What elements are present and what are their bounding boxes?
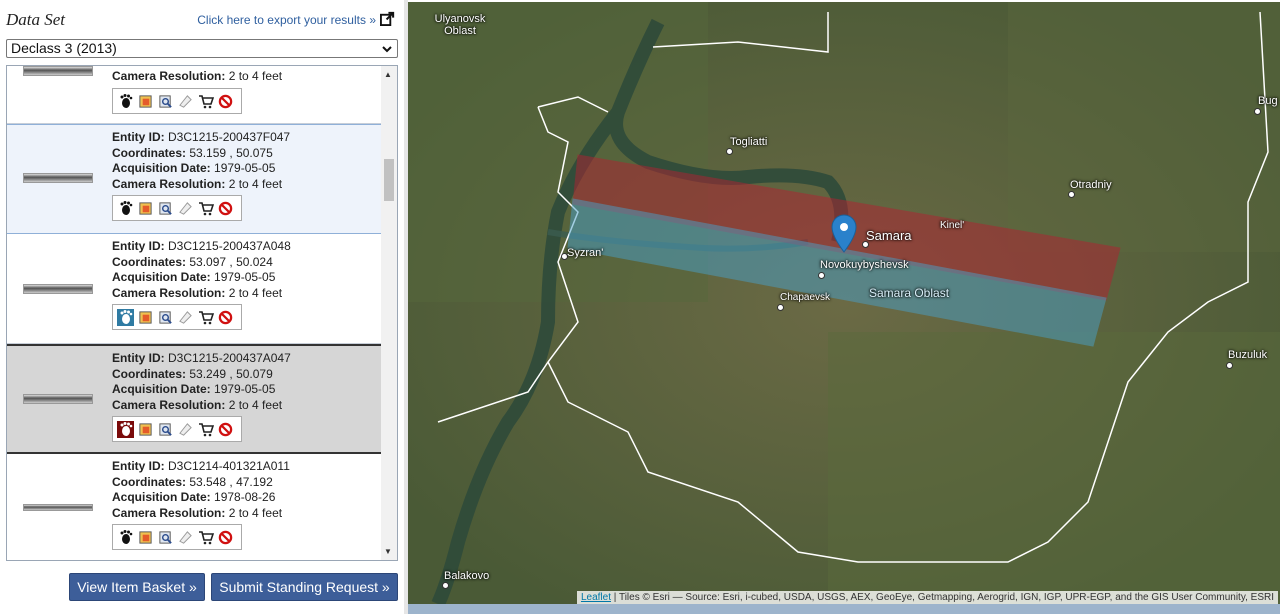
data-set-title: Data Set (6, 10, 66, 29)
entity-id: D3C1214-401321A011 (168, 459, 290, 473)
coordinates: 53.097 , 50.024 (189, 254, 273, 269)
overlay-icon[interactable] (137, 529, 154, 546)
entity-id: D3C1215-200437A048 (168, 239, 291, 253)
map-label: Kinel' (940, 220, 965, 231)
result-toolbar (112, 195, 242, 221)
exclude-icon[interactable] (177, 421, 194, 438)
metadata-icon[interactable] (157, 93, 174, 110)
remove-icon[interactable] (217, 309, 234, 326)
footprint-icon[interactable] (117, 529, 134, 546)
scroll-up-icon[interactable]: ▲ (384, 70, 392, 79)
cart-icon[interactable] (197, 93, 214, 110)
result-row[interactable]: Entity ID: D3C1215-200437A048 Coordinate… (7, 234, 381, 344)
map-label: Bug (1258, 95, 1278, 107)
dataset-select[interactable]: Declass 3 (2013) (6, 39, 398, 58)
entity-id: D3C1215-200437A047 (168, 351, 291, 365)
scrollbar-thumb[interactable] (384, 159, 394, 201)
result-thumbnail[interactable] (23, 284, 93, 294)
overlay-icon[interactable] (137, 309, 154, 326)
cart-icon[interactable] (197, 200, 214, 217)
camera-resolution: 2 to 4 feet (228, 285, 283, 300)
coordinates: 53.249 , 50.079 (189, 366, 273, 381)
overlay-icon[interactable] (137, 200, 154, 217)
exclude-icon[interactable] (177, 93, 194, 110)
remove-icon[interactable] (217, 93, 234, 110)
coordinates: 53.548 , 47.192 (189, 474, 273, 489)
exclude-icon[interactable] (177, 200, 194, 217)
chevron-down-icon (382, 46, 392, 53)
map-label: Buzuluk (1228, 349, 1268, 361)
dataset-select-value: Declass 3 (2013) (11, 40, 117, 56)
cart-icon[interactable] (197, 309, 214, 326)
footprint-icon[interactable] (117, 93, 134, 110)
cart-icon[interactable] (197, 421, 214, 438)
result-thumbnail[interactable] (23, 66, 93, 76)
map-attribution: Leaflet | Tiles © Esri — Source: Esri, i… (576, 591, 1278, 604)
map-label: Samara (866, 228, 912, 243)
attribution-text: | Tiles © Esri — Source: Esri, i-cubed, … (613, 592, 1274, 603)
map-label: Otradniy (1070, 179, 1112, 191)
remove-icon[interactable] (217, 200, 234, 217)
result-thumbnail[interactable] (23, 504, 93, 511)
map-label: Ulyanovsk Oblast (434, 13, 486, 37)
overlay-icon[interactable] (137, 93, 154, 110)
results-list[interactable]: Camera Resolution: 2 to 4 feet Entity ID… (6, 65, 398, 561)
footprint-icon[interactable] (117, 200, 134, 217)
external-link-icon[interactable] (380, 11, 395, 26)
map-label: Balakovo (444, 570, 490, 582)
remove-icon[interactable] (217, 421, 234, 438)
submit-standing-request-button[interactable]: Submit Standing Request » (211, 573, 398, 601)
acquisition-date: 1978-08-26 (214, 490, 276, 504)
map-label: Novokuybyshevsk (820, 259, 909, 271)
view-item-basket-button[interactable]: View Item Basket » (69, 573, 205, 601)
result-thumbnail[interactable] (23, 394, 93, 404)
export-results-link[interactable]: Click here to export your results » (197, 13, 376, 27)
map-label: Chapaevsk (780, 292, 831, 303)
camera-resolution: 2 to 4 feet (228, 505, 283, 520)
footprint-icon[interactable] (117, 308, 134, 326)
camera-resolution: 2 to 4 feet (228, 69, 283, 83)
result-row[interactable]: Entity ID: D3C1215-200437F047 Coordinate… (7, 124, 381, 234)
remove-icon[interactable] (217, 529, 234, 546)
camera-resolution: 2 to 4 feet (228, 397, 283, 412)
result-row[interactable]: Entity ID: D3C1215-200437A047 Coordinate… (7, 344, 381, 454)
map-label: Togliatti (730, 136, 768, 148)
exclude-icon[interactable] (177, 529, 194, 546)
footprint-icon[interactable] (117, 420, 134, 438)
scroll-down-icon[interactable]: ▼ (384, 547, 392, 556)
result-toolbar (112, 416, 242, 442)
result-row[interactable]: Camera Resolution: 2 to 4 feet (7, 66, 381, 124)
result-row[interactable]: Entity ID: D3C1214-401321A011 Coordinate… (7, 454, 381, 560)
coordinates: 53.159 , 50.075 (189, 145, 273, 160)
results-scrollbar[interactable]: ▲ ▼ (381, 66, 397, 560)
map-view[interactable]: Ulyanovsk Oblast Togliatti Otradniy Sama… (408, 2, 1280, 604)
result-toolbar (112, 304, 242, 330)
metadata-icon[interactable] (157, 200, 174, 217)
left-panel: Data Set Click here to export your resul… (0, 0, 404, 614)
metadata-icon[interactable] (157, 309, 174, 326)
cart-icon[interactable] (197, 529, 214, 546)
acquisition-date: 1979-05-05 (214, 161, 276, 175)
overlay-icon[interactable] (137, 421, 154, 438)
leaflet-link[interactable]: Leaflet (581, 592, 611, 603)
camera-resolution: 2 to 4 feet (228, 176, 283, 191)
map-label: Syzran' (567, 247, 604, 259)
map-label: Samara Oblast (869, 286, 950, 300)
entity-id: D3C1215-200437F047 (168, 130, 291, 144)
map-terrain (408, 2, 1280, 604)
result-toolbar (112, 88, 242, 114)
metadata-icon[interactable] (157, 421, 174, 438)
acquisition-date: 1979-05-05 (214, 382, 276, 396)
exclude-icon[interactable] (177, 309, 194, 326)
acquisition-date: 1979-05-05 (214, 270, 276, 284)
result-thumbnail[interactable] (23, 173, 93, 183)
metadata-icon[interactable] (157, 529, 174, 546)
map-bottom-bar (408, 604, 1280, 614)
result-toolbar (112, 524, 242, 550)
